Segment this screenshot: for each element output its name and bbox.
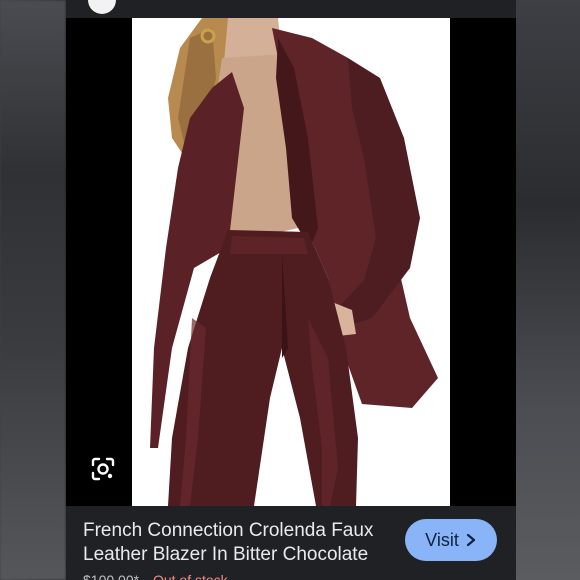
source-avatar[interactable] [88,0,116,14]
chevron-right-icon [466,533,475,547]
product-title[interactable]: French Connection Crolenda Faux Leather … [83,519,393,567]
blazer-photo-illustration [150,18,438,506]
top-bar [66,0,516,18]
product-image[interactable] [132,18,450,506]
visit-button[interactable]: Visit [405,519,497,561]
product-price: $100.00* [83,572,140,580]
google-lens-icon[interactable] [88,454,118,484]
background-left-blur [0,0,66,580]
visit-button-label: Visit [425,529,459,550]
product-caption: French Connection Crolenda Faux Leather … [66,506,516,580]
image-preview-card: French Connection Crolenda Faux Leather … [66,0,516,580]
background-right-blur [516,0,580,580]
stock-status: Out of stock [152,572,228,580]
price-row: $100.00* Out of stock [83,572,228,580]
image-viewer [66,18,516,506]
